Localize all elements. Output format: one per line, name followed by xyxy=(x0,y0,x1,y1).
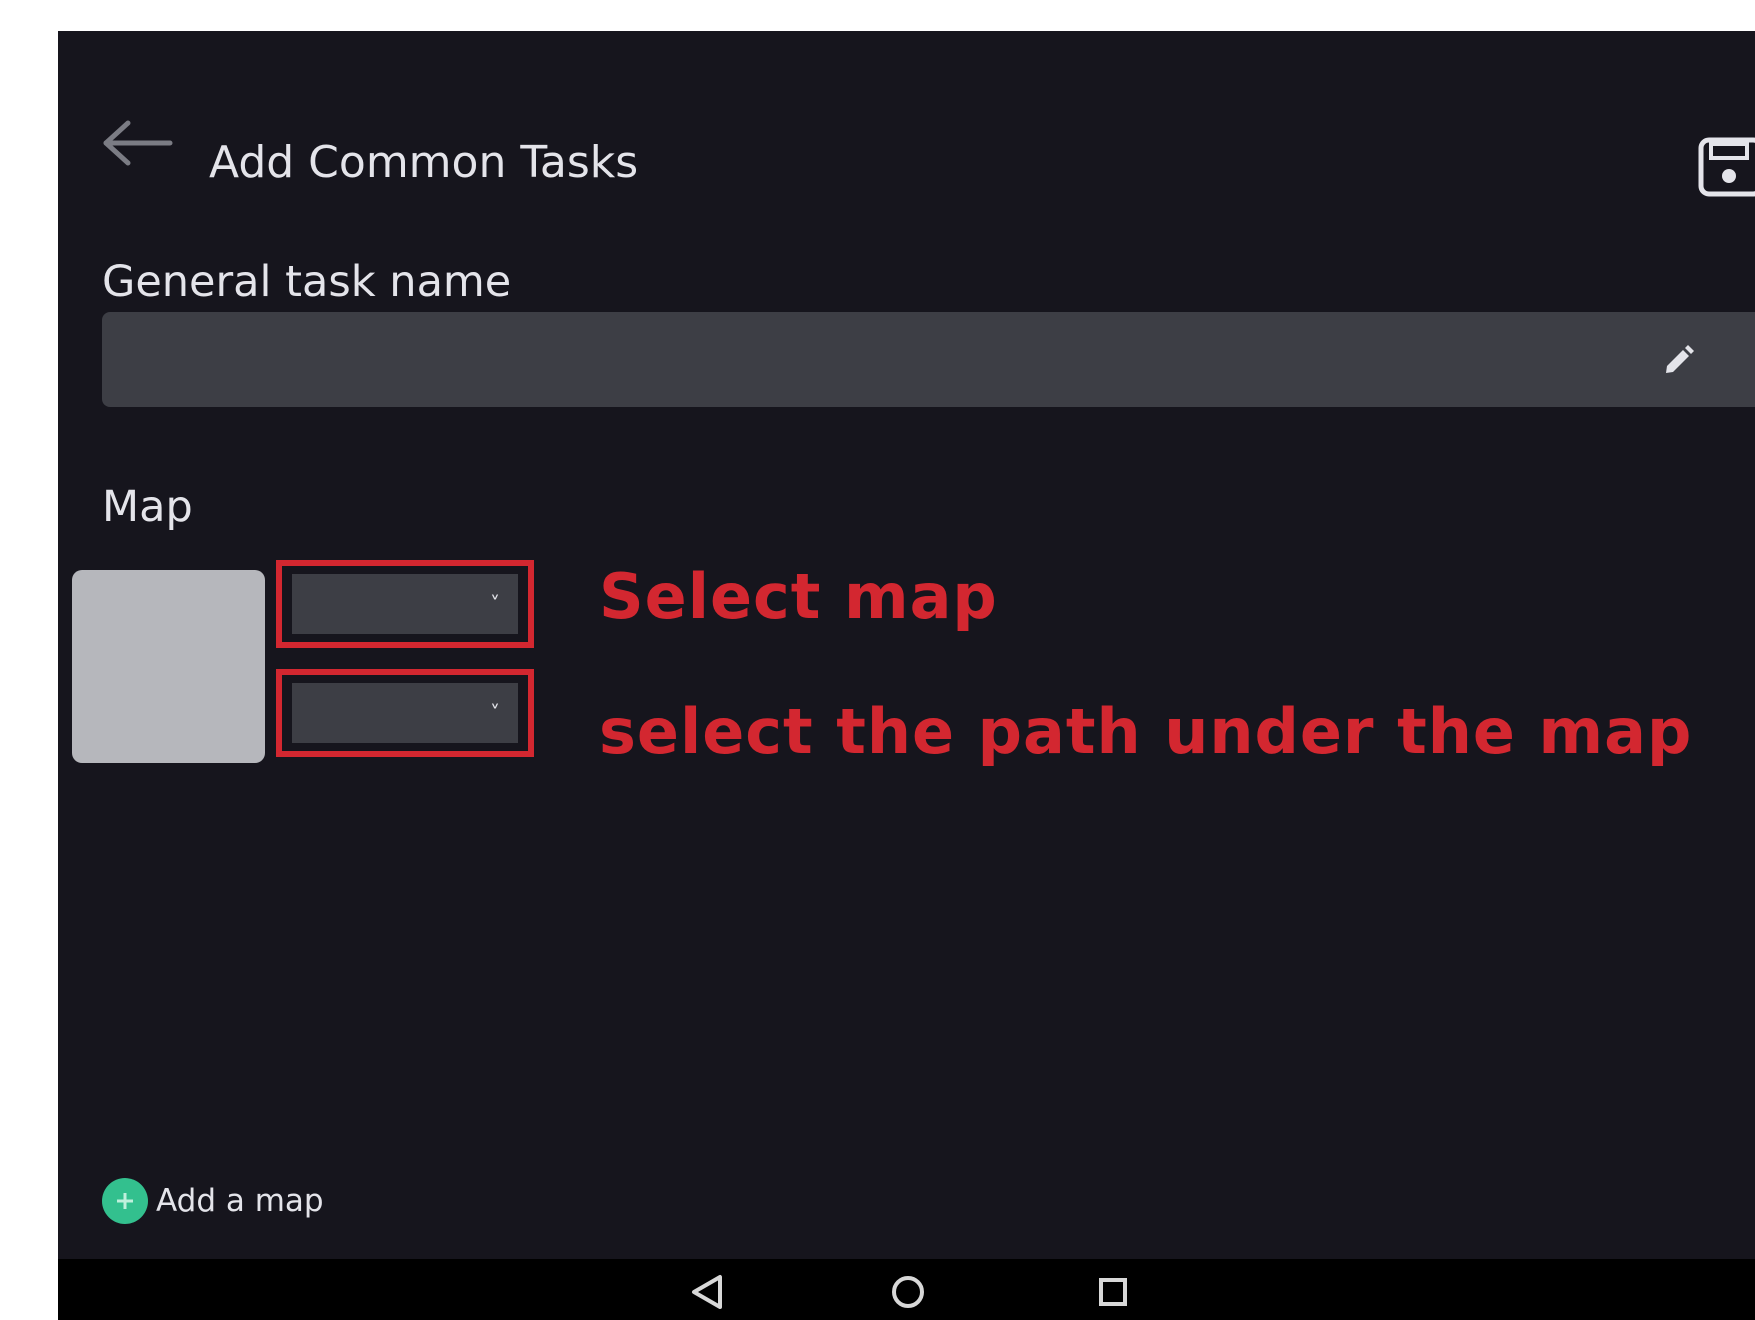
app-bar: Add Common Tasks xyxy=(58,31,1755,251)
floppy-disk-icon xyxy=(1698,137,1755,197)
save-button[interactable] xyxy=(1697,136,1755,198)
page-title: Add Common Tasks xyxy=(209,137,639,188)
map-thumbnail xyxy=(72,570,265,763)
app-screen: Add Common Tasks General task name Map ˅… xyxy=(58,31,1755,1320)
arrow-left-icon xyxy=(103,120,173,166)
nav-home-button[interactable] xyxy=(878,1267,938,1317)
add-map-label: Add a map xyxy=(156,1183,324,1219)
map-select-highlight: ˅ xyxy=(276,560,534,648)
pencil-icon xyxy=(1666,345,1694,373)
nav-recents-button[interactable] xyxy=(1083,1267,1143,1317)
task-name-label: General task name xyxy=(102,257,512,307)
path-select-highlight: ˅ xyxy=(276,669,534,757)
annotation-select-map: Select map xyxy=(599,560,998,633)
map-select[interactable]: ˅ xyxy=(292,574,518,634)
chevron-down-icon: ˅ xyxy=(490,592,500,616)
annotation-select-path: select the path under the map xyxy=(599,695,1693,768)
back-button[interactable] xyxy=(98,115,178,171)
system-nav-bar xyxy=(58,1259,1755,1320)
nav-back-button[interactable] xyxy=(678,1267,738,1317)
map-label: Map xyxy=(102,482,193,532)
path-select[interactable]: ˅ xyxy=(292,683,518,743)
chevron-down-icon: ˅ xyxy=(490,701,500,725)
plus-circle-icon xyxy=(102,1178,148,1224)
add-map-button[interactable]: Add a map xyxy=(102,1177,324,1225)
circle-home-icon xyxy=(892,1276,924,1308)
triangle-back-icon xyxy=(692,1275,722,1309)
square-recents-icon xyxy=(1099,1278,1127,1306)
task-name-input[interactable] xyxy=(102,312,1755,407)
